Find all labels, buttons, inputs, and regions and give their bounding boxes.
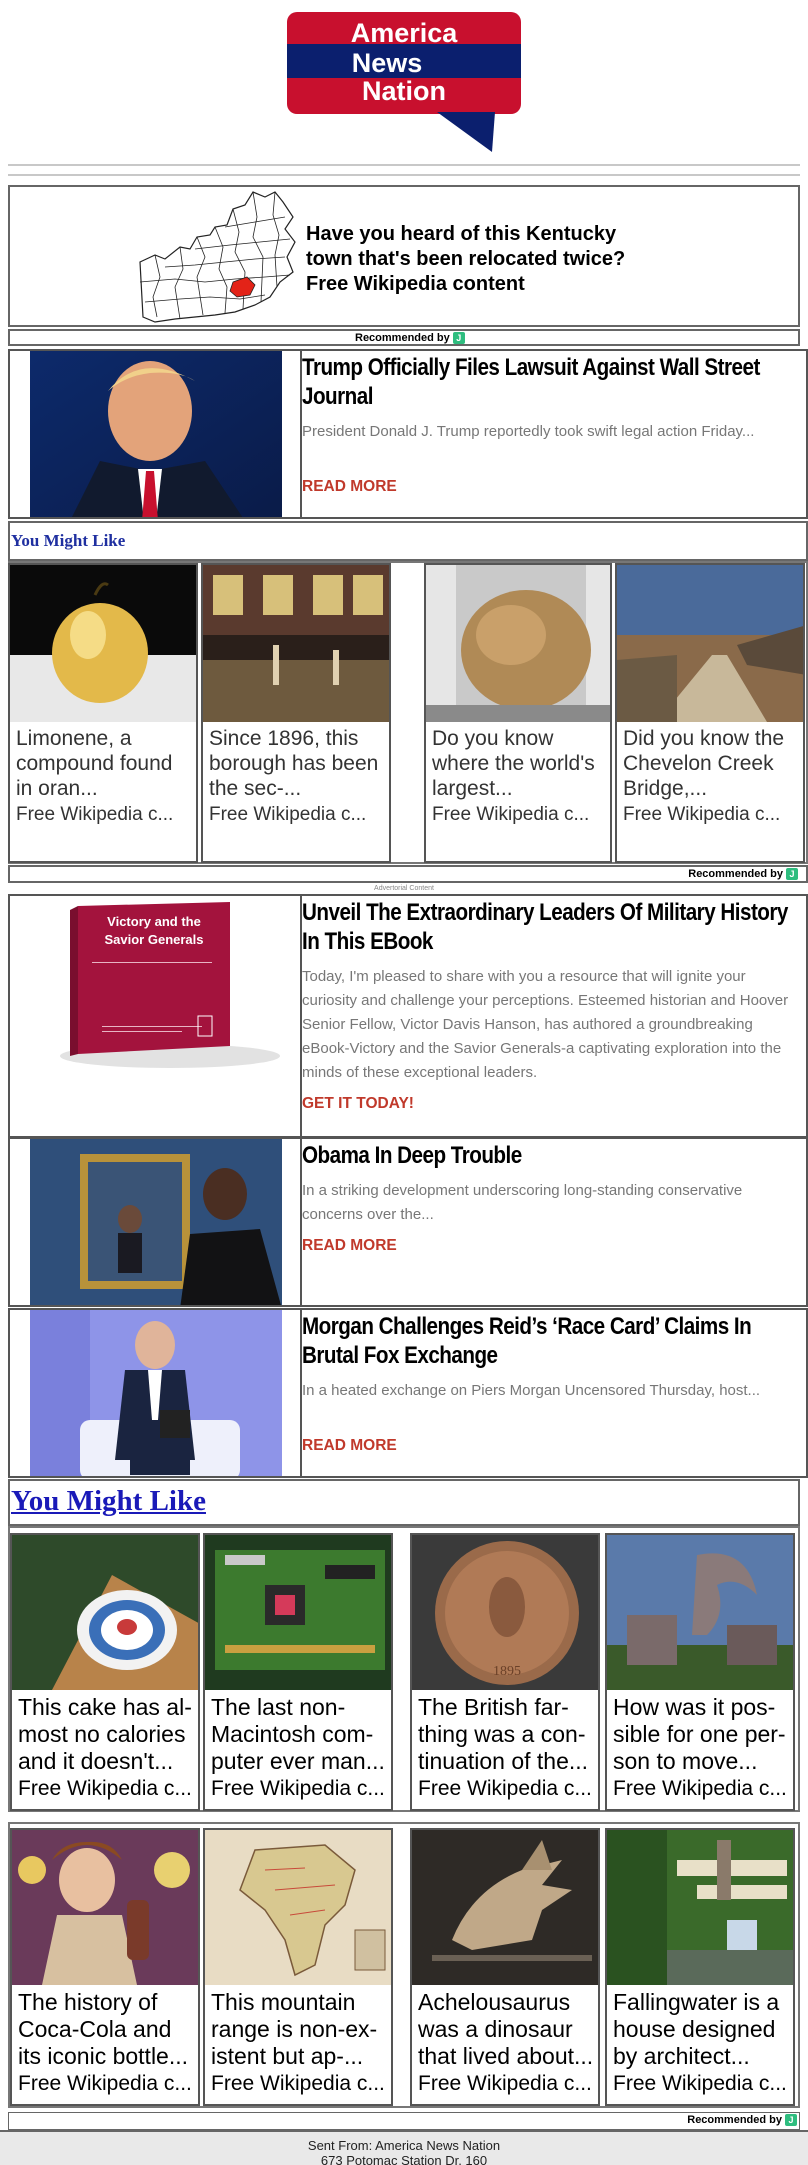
sponsored-obama[interactable]: Obama In Deep Trouble In a striking deve… [8,1137,808,1307]
card-image-farthing-coin: 1895 [412,1535,598,1690]
recommendation-card[interactable]: The last non-Macintosh com-puter ever ma… [203,1533,393,1811]
header-rule-1 [8,164,800,166]
read-more-link[interactable]: READ MORE [302,478,397,496]
article-trump[interactable]: Trump Officially Files Lawsuit Against W… [8,349,808,519]
card-text: The history of Coca-Cola and its iconic … [18,1989,189,2069]
card-source: Free Wikipedia c... [16,804,174,825]
book-title-line: Victory and the [107,914,201,929]
logo-line2: News [352,48,423,78]
you-might-like-header-small: You Might Like [8,521,808,561]
card-source: Free Wikipedia c... [418,1777,592,1800]
recommendation-card[interactable]: Limonene, a compound found in oran... Fr… [8,563,198,863]
recommendation-card[interactable]: Fallingwater is a house designed by arch… [605,1828,795,2106]
recommended-by-label[interactable]: Recommended by J [687,2114,797,2126]
footer-sender: Sent From: America News Nation [307,2138,501,2153]
logo-line3: Nation [362,76,446,106]
card-text: The last non-Macintosh com-puter ever ma… [211,1694,385,1774]
card-text: This cake has al-most no calories and it… [18,1694,192,1774]
card-image-chevelon-bridge [617,565,803,722]
card-text: Fallingwater is a house designed by arch… [613,1989,780,2069]
card-image-coca-cola [12,1830,198,1985]
article-title[interactable]: Trump Officially Files Lawsuit Against W… [302,353,797,411]
card-text: How was it pos-sible for one per-son to … [613,1694,786,1774]
you-might-like-header-big: You Might Like [8,1479,800,1526]
logo-line1: America [351,18,459,48]
recommended-strip-2: Recommended by J [8,865,808,883]
card-image-dinosaur-skull [412,1830,598,1985]
card-text: Since 1896, this borough has been the se… [209,727,379,800]
card-source: Free Wikipedia c... [211,1777,385,1800]
card-image-africa-map [205,1830,391,1985]
article-thumbnail[interactable] [30,1310,282,1476]
card-source: Free Wikipedia c... [623,804,781,825]
recommendation-card[interactable]: How was it pos-sible for one per-son to … [605,1533,795,1811]
article-thumbnail[interactable] [30,351,282,517]
recommender-logo-icon: J [786,868,798,880]
recommended-by-label[interactable]: Recommended by J [355,332,465,344]
card-source: Free Wikipedia c... [613,2072,787,2095]
card-image-ball-of-twine [426,565,610,722]
article-description: In a striking development underscoring l… [302,1182,743,1223]
card-image-fallingwater [607,1830,793,1985]
recommender-logo-icon: J [452,332,465,344]
read-more-link[interactable]: READ MORE [302,1237,397,1255]
promo-box[interactable]: Have you heard of this Kentucky town tha… [8,185,800,327]
recommendation-card[interactable]: This mountain range is non-ex-istent but… [203,1828,393,2106]
card-source: Free Wikipedia c... [209,804,367,825]
book-title-line: Savior Generals [105,932,204,947]
card-text: Do you know where the world's largest... [432,727,595,800]
card-image-circuit-board [205,1535,391,1690]
recommendation-card[interactable]: Do you know where the world's largest...… [424,563,612,863]
article-description: President Donald J. Trump reportedly too… [302,423,755,440]
article-title[interactable]: Morgan Challenges Reid’s ‘Race Card’ Cla… [302,1312,797,1370]
card-text: The British far-thing was a con-tinuatio… [418,1694,589,1774]
card-text: Limonene, a compound found in oran... [16,727,173,800]
recommender-logo-icon: J [785,2114,797,2126]
recommended-by-label[interactable]: Recommended by J [688,868,798,880]
sponsored-ebook[interactable]: Victory and the Savior Generals Unveil T… [8,894,808,1138]
card-text: Achelousaurus was a dinosaur that lived … [418,1989,594,2069]
america-news-nation-logo[interactable]: America News Nation [287,12,521,152]
you-might-like-heading[interactable]: You Might Like [11,1485,206,1518]
recommendation-card[interactable]: This cake has al-most no calories and it… [10,1533,200,1811]
sponsored-morgan[interactable]: Morgan Challenges Reid’s ‘Race Card’ Cla… [8,1308,808,1478]
ebook-cover-image[interactable]: Victory and the Savior Generals [30,896,282,1136]
recommendation-card[interactable]: 1895 The British far-thing was a con-tin… [410,1533,600,1811]
recommended-strip-3: Recommended by J [8,2112,800,2130]
advertorial-label: Advertorial Content [374,885,434,892]
card-image-coral-castle [607,1535,793,1690]
recommendation-card[interactable]: Since 1896, this borough has been the se… [201,563,391,863]
get-it-today-link[interactable]: GET IT TODAY! [302,1095,414,1113]
card-source: Free Wikipedia c... [18,1777,192,1800]
header-rule-2 [8,174,800,176]
article-title[interactable]: Unveil The Extraordinary Leaders Of Mili… [302,898,797,956]
promo-title[interactable]: Have you heard of this Kentucky town tha… [306,222,636,297]
card-text: Did you know the Chevelon Creek Bridge,.… [623,727,785,800]
recommendation-card[interactable]: Achelousaurus was a dinosaur that lived … [410,1828,600,2106]
read-more-link[interactable]: READ MORE [302,1437,397,1455]
card-source: Free Wikipedia c... [613,1777,787,1800]
recommended-strip-1: Recommended by J [8,329,800,346]
card-text: This mountain range is non-ex-istent but… [211,1989,378,2069]
article-thumbnail[interactable] [30,1139,282,1305]
article-description: In a heated exchange on Piers Morgan Unc… [302,1382,761,1399]
card-image-limonene [10,565,196,722]
kentucky-map-icon [139,191,296,323]
article-title[interactable]: Obama In Deep Trouble [302,1141,797,1170]
card-source: Free Wikipedia c... [18,2072,192,2095]
article-description: Today, I'm pleased to share with you a r… [302,968,789,1081]
card-image-cake [12,1535,198,1690]
coin-year: 1895 [493,1664,521,1679]
card-source: Free Wikipedia c... [432,804,590,825]
card-source: Free Wikipedia c... [418,2072,592,2095]
recommendation-card[interactable]: Did you know the Chevelon Creek Bridge,.… [615,563,805,863]
recommendation-card[interactable]: The history of Coca-Cola and its iconic … [10,1828,200,2106]
you-might-like-heading: You Might Like [11,531,126,550]
footer: Sent From: America News Nation 673 Potom… [0,2130,808,2165]
footer-address: 673 Potomac Station Dr. 160 [320,2153,488,2165]
card-source: Free Wikipedia c... [211,2072,385,2095]
card-image-borough [203,565,389,722]
